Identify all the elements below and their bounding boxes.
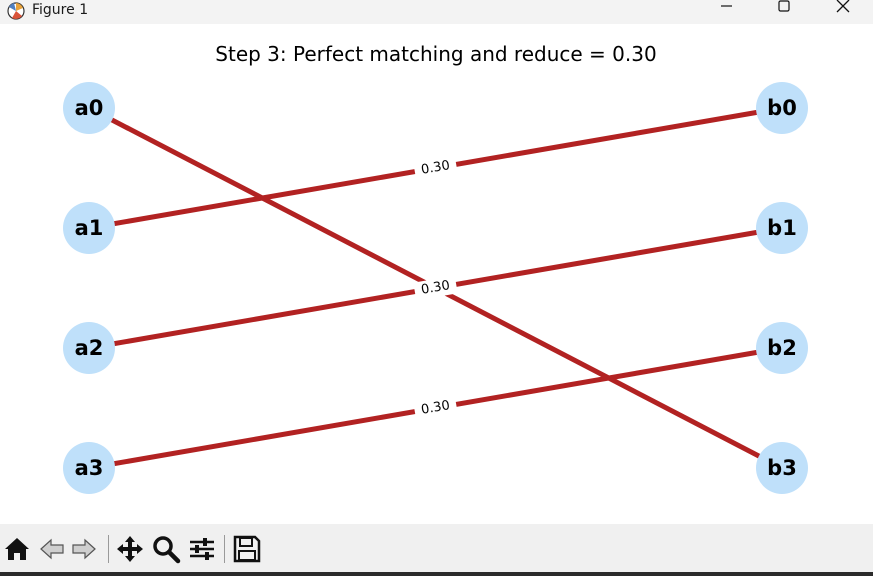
close-button[interactable]	[819, 0, 865, 24]
back-icon	[40, 538, 64, 560]
window-bottom-edge	[0, 572, 873, 576]
save-icon	[233, 535, 261, 563]
back-button[interactable]	[37, 534, 67, 564]
close-icon	[836, 0, 850, 13]
edge-labels-layer: 0.300.300.30	[413, 155, 458, 421]
node-label-a2: a2	[75, 336, 104, 360]
node-label-a3: a3	[75, 456, 104, 480]
pan-icon	[117, 536, 143, 562]
bipartite-graph: Step 3: Perfect matching and reduce = 0.…	[63, 42, 808, 494]
configure-subplots-button[interactable]	[187, 534, 217, 564]
toolbar-separator	[108, 535, 109, 563]
node-label-a1: a1	[75, 216, 104, 240]
edge-label-group: 0.30	[413, 395, 458, 421]
toolbar-separator	[224, 535, 225, 563]
pan-button[interactable]	[115, 534, 145, 564]
save-button[interactable]	[232, 534, 262, 564]
node-label-b1: b1	[767, 216, 797, 240]
app-icon	[7, 2, 25, 20]
maximize-button[interactable]	[761, 0, 807, 24]
configure-subplots-icon	[190, 538, 214, 560]
figure-title: Step 3: Perfect matching and reduce = 0.…	[215, 42, 656, 66]
home-button[interactable]	[2, 534, 32, 564]
forward-button[interactable]	[69, 534, 99, 564]
node-label-a0: a0	[75, 96, 104, 120]
zoom-icon	[153, 536, 181, 564]
forward-icon	[72, 538, 96, 560]
edge-label-group: 0.30	[413, 155, 458, 181]
home-icon	[5, 538, 29, 560]
node-label-b2: b2	[767, 336, 797, 360]
navigation-toolbar	[0, 524, 873, 576]
minimize-button[interactable]	[703, 0, 749, 24]
figure-canvas[interactable]: Step 3: Perfect matching and reduce = 0.…	[0, 24, 873, 524]
node-label-b3: b3	[767, 456, 797, 480]
zoom-button[interactable]	[151, 534, 181, 564]
maximize-icon	[778, 0, 790, 12]
minimize-icon	[721, 5, 732, 7]
window-title: Figure 1	[32, 2, 89, 18]
window-titlebar: Figure 1	[0, 0, 873, 24]
node-label-b0: b0	[767, 96, 797, 120]
